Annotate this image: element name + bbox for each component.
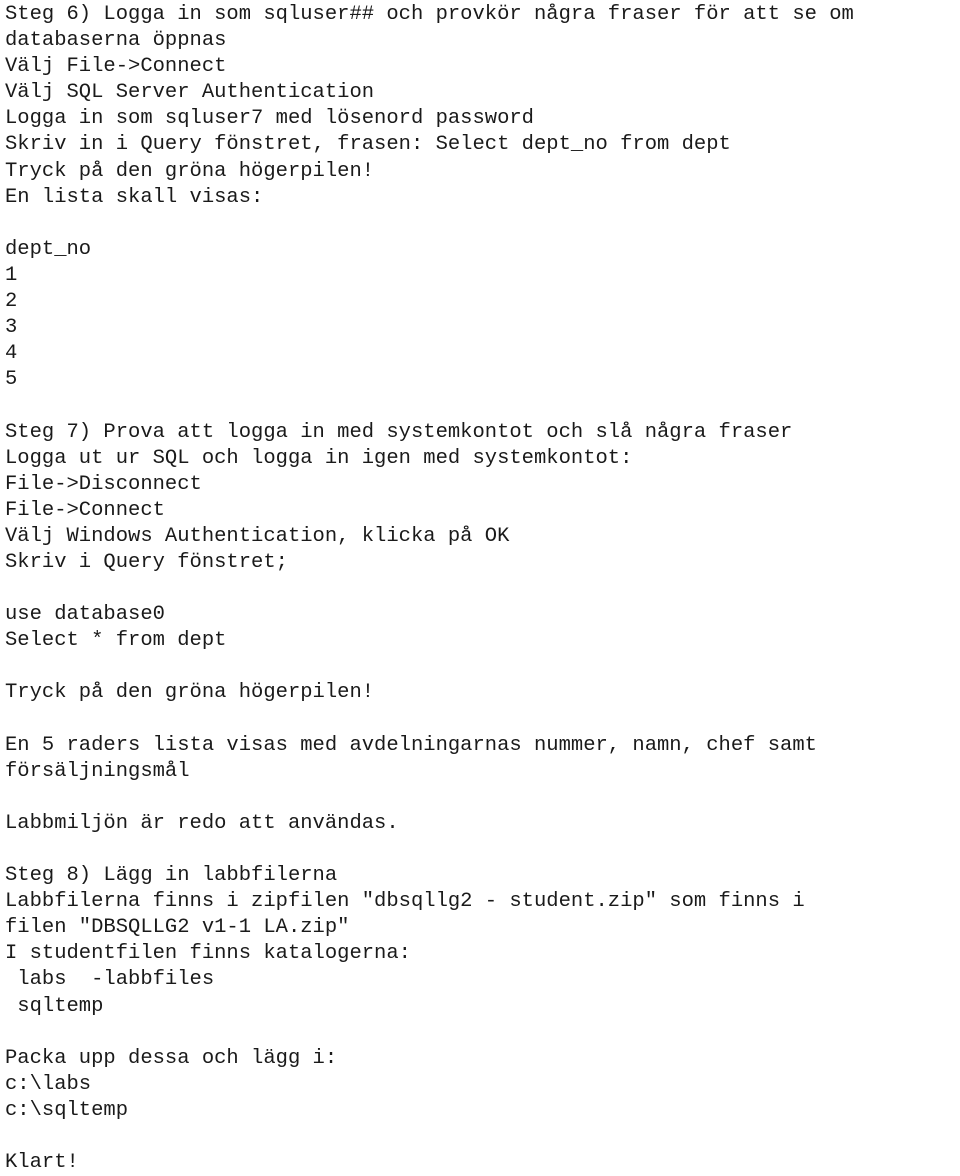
document-text-body: Steg 6) Logga in som sqluser## och provk… [5,2,960,1176]
text-line: Labbfilerna finns i zipfilen "dbsqllg2 -… [5,890,805,914]
text-line: 1 [5,263,18,287]
text-line: labs -labbfiles [5,968,215,992]
text-line: databaserna öppnas [5,29,227,53]
text-line: försäljningsmål [5,759,190,783]
text-line: Klart! [5,1151,79,1175]
text-line: Steg 7) Prova att logga in med systemkon… [5,420,793,444]
text-line: dept_no [5,237,92,261]
text-line: En lista skall visas: [5,185,264,209]
text-line: Steg 8) Lägg in labbfilerna [5,864,338,888]
text-line: Välj File->Connect [5,55,227,79]
text-line: Select * from dept [5,629,227,653]
text-line: 5 [5,368,18,392]
text-line: c:\labs [5,1072,92,1096]
text-line: Packa upp dessa och lägg i: [5,1046,338,1070]
text-line: I studentfilen finns katalogerna: [5,942,411,966]
text-line: c:\sqltemp [5,1098,129,1122]
text-line: Tryck på den gröna högerpilen! [5,159,375,183]
text-line: sqltemp [5,994,104,1018]
text-line: Skriv i Query fönstret; [5,550,288,574]
text-line: Logga in som sqluser7 med lösenord passw… [5,107,534,131]
text-line: En 5 raders lista visas med avdelningarn… [5,733,817,757]
document-page: Steg 6) Logga in som sqluser## och provk… [0,0,960,1174]
text-line: Välj Windows Authentication, klicka på O… [5,524,510,548]
text-line: use database0 [5,603,165,627]
text-line: 4 [5,342,18,366]
text-line: 3 [5,316,18,340]
text-line: 2 [5,290,18,314]
text-line: Tryck på den gröna högerpilen! [5,681,375,705]
text-line: Steg 6) Logga in som sqluser## och provk… [5,3,854,26]
text-line: Välj SQL Server Authentication [5,81,375,105]
text-line: Labbmiljön är redo att användas. [5,811,399,835]
text-line: File->Disconnect [5,472,202,496]
text-line: filen "DBSQLLG2 v1-1 LA.zip" [5,916,350,940]
text-line: Skriv in i Query fönstret, frasen: Selec… [5,133,731,157]
text-line: Logga ut ur SQL och logga in igen med sy… [5,446,633,470]
text-line: File->Connect [5,498,165,522]
